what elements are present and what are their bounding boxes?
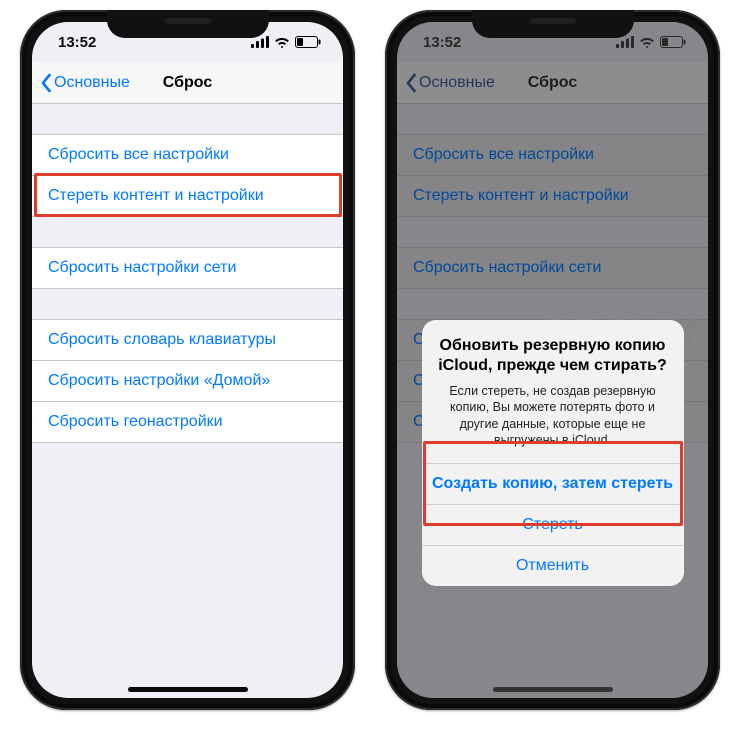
nav-back-label: Основные xyxy=(54,74,130,92)
alert-message: Если стереть, не создав резервную копию,… xyxy=(438,383,668,449)
row-reset-all: Сбросить все настройки xyxy=(397,134,708,175)
chevron-left-icon xyxy=(40,73,52,93)
nav-bar: Основные Сброс xyxy=(397,62,708,104)
screen-left: 13:52 Основные С xyxy=(32,22,343,698)
signal-icon xyxy=(251,36,269,48)
nav-back-label: Основные xyxy=(419,74,495,92)
alert-title: Обновить резервную копию iCloud, прежде … xyxy=(438,336,668,377)
phone-right: 13:52 Основные С xyxy=(385,10,720,710)
battery-icon xyxy=(295,36,321,48)
row-reset-location[interactable]: Сбросить геонастройки xyxy=(32,401,343,443)
alert-button-cancel[interactable]: Отменить xyxy=(422,545,684,586)
phone-left: 13:52 Основные С xyxy=(20,10,355,710)
chevron-left-icon xyxy=(405,73,417,93)
group-2: Сбросить словарь клавиатуры Сбросить нас… xyxy=(32,319,343,443)
nav-title: Сброс xyxy=(163,74,212,92)
row-reset-all[interactable]: Сбросить все настройки xyxy=(32,134,343,175)
signal-icon xyxy=(616,36,634,48)
group-1: Сбросить настройки сети xyxy=(397,247,708,289)
row-reset-network: Сбросить настройки сети xyxy=(397,247,708,289)
wifi-icon xyxy=(274,36,290,48)
row-reset-home[interactable]: Сбросить настройки «Домой» xyxy=(32,360,343,401)
group-1: Сбросить настройки сети xyxy=(32,247,343,289)
status-time: 13:52 xyxy=(58,34,96,51)
row-erase-content: Стереть контент и настройки xyxy=(397,175,708,217)
alert-dialog: Обновить резервную копию iCloud, прежде … xyxy=(422,320,684,586)
screen-right: 13:52 Основные С xyxy=(397,22,708,698)
nav-bar: Основные Сброс xyxy=(32,62,343,104)
group-0: Сбросить все настройки Стереть контент и… xyxy=(32,134,343,217)
row-erase-content[interactable]: Стереть контент и настройки xyxy=(32,175,343,217)
alert-button-backup-then-erase[interactable]: Создать копию, затем стереть xyxy=(422,463,684,504)
nav-back: Основные xyxy=(405,73,495,93)
group-0: Сбросить все настройки Стереть контент и… xyxy=(397,134,708,217)
status-time: 13:52 xyxy=(423,34,461,51)
home-indicator xyxy=(128,687,248,692)
row-reset-network[interactable]: Сбросить настройки сети xyxy=(32,247,343,289)
notch xyxy=(472,10,634,38)
nav-back[interactable]: Основные xyxy=(40,73,130,93)
battery-icon xyxy=(660,36,686,48)
alert-button-erase[interactable]: Стереть xyxy=(422,504,684,545)
nav-title: Сброс xyxy=(528,74,577,92)
wifi-icon xyxy=(639,36,655,48)
home-indicator xyxy=(493,687,613,692)
row-reset-keyboard[interactable]: Сбросить словарь клавиатуры xyxy=(32,319,343,360)
notch xyxy=(107,10,269,38)
